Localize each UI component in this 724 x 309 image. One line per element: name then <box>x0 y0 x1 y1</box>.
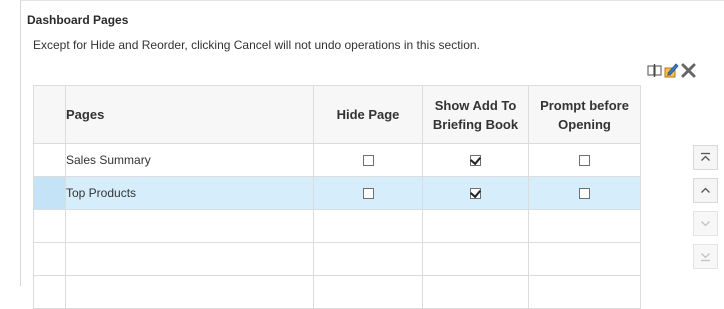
empty-cell <box>422 209 529 243</box>
prompt-column-header: Prompt before Opening <box>528 85 641 144</box>
row-selector-header <box>33 85 66 144</box>
spare-cell <box>640 176 686 210</box>
pages-column-header: Pages <box>65 85 314 144</box>
empty-cell <box>313 242 423 276</box>
empty-cell <box>528 242 641 276</box>
table-row-empty <box>33 242 686 276</box>
row-selector <box>33 275 66 309</box>
empty-cell <box>313 209 423 243</box>
spare-cell <box>640 209 686 243</box>
empty-cell <box>65 209 314 243</box>
edit-properties-icon[interactable] <box>663 61 680 79</box>
table-header-row: Pages Hide Page Show Add To Briefing Boo… <box>33 85 686 144</box>
empty-cell <box>422 275 529 309</box>
toolbar <box>646 60 697 80</box>
prompt-header-line2: Opening <box>558 116 611 132</box>
row-selector <box>33 242 66 276</box>
move-up-button[interactable] <box>693 178 718 203</box>
show-add-checkbox[interactable] <box>470 188 481 200</box>
empty-cell <box>528 209 641 243</box>
show-add-header-line1: Show Add To <box>434 97 517 113</box>
row-selector <box>33 209 66 243</box>
spare-header <box>640 85 686 144</box>
dashboard-pages-table: Pages Hide Page Show Add To Briefing Boo… <box>33 85 686 309</box>
move-to-top-button[interactable] <box>693 145 718 170</box>
show-add-header-line2: Briefing Book <box>432 116 519 132</box>
page-name: Sales Summary <box>65 143 314 177</box>
reorder-buttons <box>693 145 718 277</box>
show-add-column-header: Show Add To Briefing Book <box>422 85 529 144</box>
page-name: Top Products <box>65 176 314 210</box>
empty-cell <box>65 275 314 309</box>
hide-page-column-header: Hide Page <box>313 85 423 144</box>
move-to-bottom-button[interactable] <box>693 244 718 269</box>
rename-icon[interactable] <box>646 61 663 79</box>
move-down-icon <box>701 221 710 227</box>
prompt-checkbox[interactable] <box>579 188 590 200</box>
hide-page-checkbox[interactable] <box>362 155 374 167</box>
hide-page-checkbox[interactable] <box>362 188 374 200</box>
empty-cell <box>65 242 314 276</box>
prompt-header-line1: Prompt before <box>540 97 629 113</box>
spare-cell <box>640 275 686 309</box>
spare-cell <box>640 242 686 276</box>
cancel-note: Except for Hide and Reorder, clicking Ca… <box>33 38 480 52</box>
table-row-empty <box>33 209 686 243</box>
spare-cell <box>640 143 686 177</box>
empty-cell <box>313 275 423 309</box>
move-to-top-icon <box>701 152 710 161</box>
move-down-button[interactable] <box>693 211 718 236</box>
table-row-empty <box>33 275 686 309</box>
empty-cell <box>422 242 529 276</box>
table-row[interactable]: Sales Summary <box>33 143 686 177</box>
empty-cell <box>528 275 641 309</box>
show-add-checkbox[interactable] <box>470 155 481 167</box>
delete-icon[interactable] <box>680 61 697 79</box>
move-to-bottom-icon <box>701 253 710 262</box>
section-title: Dashboard Pages <box>27 13 129 27</box>
move-up-icon <box>701 187 710 193</box>
prompt-checkbox[interactable] <box>579 155 590 167</box>
table-row-selected[interactable]: Top Products <box>33 176 686 210</box>
row-selector[interactable] <box>33 176 66 210</box>
row-selector[interactable] <box>33 143 66 177</box>
